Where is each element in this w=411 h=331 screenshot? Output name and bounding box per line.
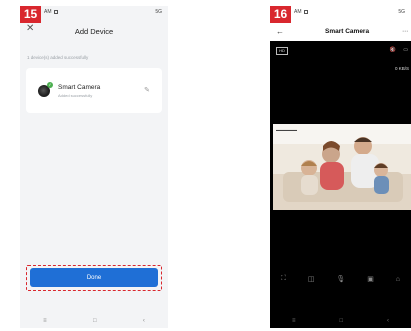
status-bar: AM 5G [20,6,168,18]
menu-icon[interactable]: ≡ [292,318,296,324]
notification-icon [303,10,308,14]
home-mode-icon[interactable]: ⌂ [396,276,400,283]
nav-bar: ≡ □ ‹ [270,314,411,328]
more-icon[interactable]: ⋯ [402,28,408,35]
step-badge: 15 [20,6,41,23]
menu-icon[interactable]: ≡ [43,318,47,324]
check-icon: ✓ [47,81,53,88]
back-icon[interactable]: ‹ [387,318,389,324]
status-signal: 5G [398,9,405,15]
hd-toggle[interactable]: HD [276,47,288,55]
done-button[interactable]: Done [30,268,158,287]
status-bar: AM 5G [270,6,411,18]
live-video[interactable]: ▬▬▬▬▬▬ [273,124,411,210]
video-timestamp-line: ▬▬▬▬▬▬ [276,128,297,132]
home-icon[interactable]: □ [93,318,97,324]
header: ✕ Add Device [20,21,168,41]
device-card[interactable]: ✓ Smart Camera Added successfully ✎ [26,68,162,113]
step-badge: 16 [270,6,291,23]
phone-add-device: 15 AM 5G ✕ Add Device 1 device(s) added … [20,6,168,328]
screenshot-icon[interactable]: ◫ [308,275,315,283]
family-photo [273,124,411,210]
screen-icon[interactable]: ▭ [403,47,408,53]
page-title: Smart Camera [325,27,370,35]
back-icon[interactable]: ‹ [143,318,145,324]
device-name: Smart Camera [58,83,101,91]
microphone-icon[interactable]: 🎙 [336,275,345,283]
phone-live-view: 16 AM 5G ← Smart Camera ⋯ HD 🔇 ▭ 0 KB/S [270,6,411,328]
home-icon[interactable]: □ [339,318,343,324]
success-message: 1 device(s) added successfully [27,55,89,60]
header: ← Smart Camera ⋯ [270,21,411,41]
device-status: Added successfully [58,92,93,98]
bitrate-readout: 0 KB/S [394,66,409,71]
control-bar: ⛶ ◫ 🎙 ▣ ⌂ [270,270,411,288]
status-signal: 5G [155,9,162,15]
notification-icon [53,10,58,14]
fullscreen-icon[interactable]: ⛶ [281,275,286,283]
mute-icon[interactable]: 🔇 [390,47,396,53]
camera-icon: ✓ [38,81,53,97]
status-time: AM [44,9,52,15]
status-time: AM [294,9,302,15]
nav-bar: ≡ □ ‹ [20,314,168,328]
back-arrow-icon[interactable]: ← [276,27,284,36]
edit-icon[interactable]: ✎ [144,86,150,94]
record-icon[interactable]: ▣ [367,275,374,283]
instruction-canvas: 15 AM 5G ✕ Add Device 1 device(s) added … [0,0,411,331]
page-title: Add Device [74,26,114,36]
close-icon[interactable]: ✕ [26,23,34,34]
device-info: Smart Camera Added successfully [58,84,100,98]
